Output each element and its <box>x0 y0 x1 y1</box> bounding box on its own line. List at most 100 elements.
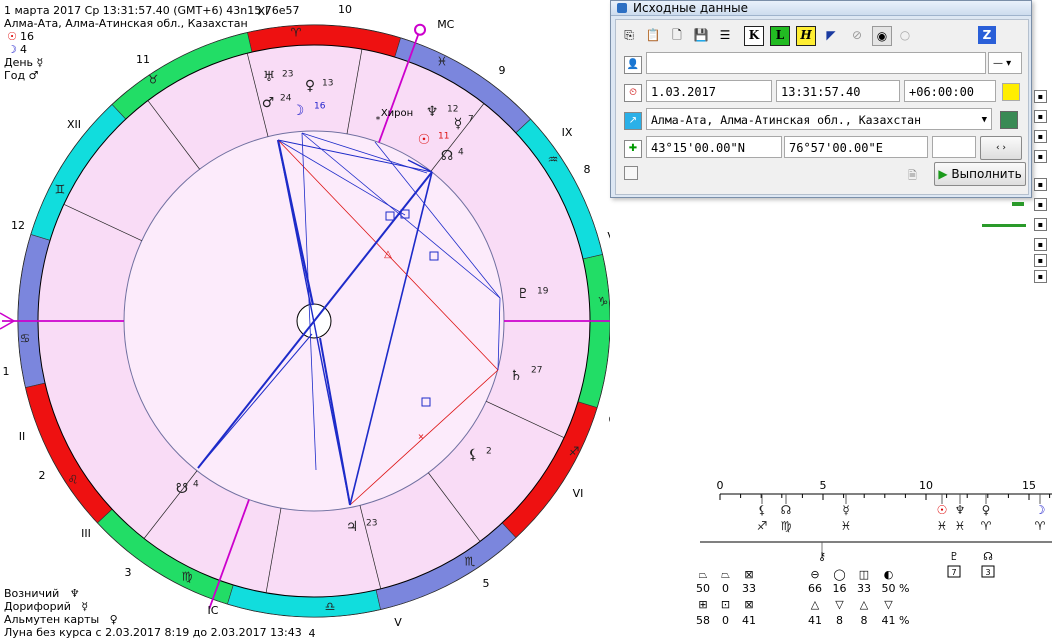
time-field[interactable]: 13:31:57.40 <box>776 80 900 102</box>
radio-empty-icon[interactable]: ○ <box>896 26 914 44</box>
cross-cardinal-icon: ⏢ <box>698 568 708 581</box>
saturn-icon: ♄ <box>510 368 523 384</box>
side-icon-6[interactable]: ▪ <box>1034 198 1047 211</box>
cross-fixed-icon: ⏢ <box>721 568 730 581</box>
side-icon-3[interactable]: ▪ <box>1034 130 1047 143</box>
mercury-icon: ☿ <box>454 116 463 132</box>
l-button[interactable]: L <box>770 26 790 46</box>
sun-degree: 11 <box>438 132 449 142</box>
zodiac-sign-icon: ♋ <box>20 332 31 346</box>
mars-degree: 24 <box>280 94 292 104</box>
run-button-label: Выполнить <box>951 167 1022 181</box>
lilith-degree: 2 <box>486 447 492 457</box>
stepper-buttons[interactable]: ‹ › <box>980 136 1022 160</box>
triangle-down-icon: ▽ <box>835 598 844 611</box>
stat-r1-6: 33 <box>857 582 871 595</box>
zodiac-sign-icon: ♍ <box>182 570 193 584</box>
person-icon[interactable]: 👤 <box>624 56 642 74</box>
option-checkbox[interactable] <box>624 166 638 180</box>
longitude-field[interactable]: 76°57'00.00"E <box>784 136 928 158</box>
input-data-dialog[interactable]: Исходные данные ⎘ 📋 🗋 💾 ☰ K L H ◤ ⊘ ◉ ○ … <box>610 0 1032 198</box>
z-button[interactable]: Z <box>978 26 996 44</box>
house-number-outer: 9 <box>499 64 506 77</box>
moon-void-text: Луна без курса с 2.03.2017 8:19 до 2.03.… <box>4 626 302 639</box>
doryphory-label: Дорифорий <box>4 600 71 613</box>
k-button[interactable]: K <box>744 26 764 46</box>
south-node-icon: ☋ <box>176 481 188 497</box>
stat-r2-1: 58 <box>696 614 710 627</box>
node-icon: ☊ <box>983 550 993 563</box>
play-icon: ▶ <box>938 167 948 181</box>
map-icon[interactable]: ↗ <box>624 112 642 130</box>
save-icon[interactable]: 💾 <box>692 26 710 44</box>
copy-icon[interactable]: ⎘ <box>620 26 638 44</box>
radio-dot-icon[interactable]: ◉ <box>872 26 892 46</box>
place-field[interactable]: Алма-Ата, Алма-Атинская обл., Казахстан ▼ <box>646 108 992 130</box>
globe-icon[interactable] <box>1000 111 1018 129</box>
h-button[interactable]: H <box>796 26 816 46</box>
timeline-planet-icon: ♍ <box>781 519 792 533</box>
timezone-field[interactable]: +06:00:00 <box>904 80 996 102</box>
side-icon-8[interactable]: ▪ <box>1034 238 1047 251</box>
house-number-outer: 6 <box>609 413 611 426</box>
house-number-outer: 3 <box>125 566 132 579</box>
coordinates-icon[interactable]: ✚ <box>624 140 642 158</box>
side-icon-9[interactable]: ▪ <box>1034 254 1047 267</box>
moon-value: 4 <box>20 43 27 56</box>
almuten-label: Альмутен карты <box>4 613 100 626</box>
stat-r1-7: 50 % <box>881 582 910 595</box>
timeline-planet-icon: ♆ <box>955 503 966 517</box>
shield-icon[interactable]: ◤ <box>822 26 840 44</box>
name-field[interactable] <box>646 52 986 74</box>
paste-icon[interactable]: 📋 <box>644 26 662 44</box>
house-number-inner: III <box>81 527 91 540</box>
side-icon-10[interactable]: ▪ <box>1034 270 1047 283</box>
clock-icon[interactable]: ⏲ <box>624 84 642 102</box>
stat-r1-5: 16 <box>832 582 847 595</box>
chevron-down-icon[interactable]: ▼ <box>982 109 987 129</box>
square-x-icon: ⊠ <box>744 598 754 611</box>
run-button[interactable]: ▶ Выполнить <box>934 162 1026 186</box>
cross-mutable-icon: ⊠ <box>744 568 754 581</box>
box-3-label: 3 <box>985 568 990 577</box>
degree-timeline: 0 5 10 15 ⚸ ♐ ☊ ♍ ☿ ♓ ☉ ♓ ♆ ♓ ♀ ♈ ☽ ♈ ⚷ ♇ ☊ 7 3 <box>700 479 1052 578</box>
zodiac-sign-icon: ♌ <box>68 473 79 487</box>
side-icon-7[interactable]: ▪ <box>1034 218 1047 231</box>
timeline-planet-icon: ☽ <box>1035 503 1046 517</box>
venus-icon: ♀ <box>305 78 315 94</box>
extra-field[interactable] <box>932 136 976 158</box>
lilith-icon: ⚸ <box>468 447 478 463</box>
neptune-icon: ♆ <box>69 587 80 600</box>
mc-label: MC <box>437 18 454 31</box>
notes-icon[interactable]: 🗎 <box>908 167 917 186</box>
sun-icon: ☉ <box>418 132 431 148</box>
timeline-planet-icon: ♈ <box>1035 519 1046 533</box>
green-bar-1 <box>1012 202 1024 206</box>
pluto-icon: ♇ <box>949 550 959 563</box>
sun-value: 16 <box>20 30 34 43</box>
side-icon-2[interactable]: ▪ <box>1034 110 1047 123</box>
side-icon-1[interactable]: ▪ <box>1034 90 1047 103</box>
type-combo[interactable]: — ▾ <box>988 52 1022 74</box>
list-icon[interactable]: ☰ <box>716 26 734 44</box>
mercury-icon: ☿ <box>81 600 89 613</box>
color-swatch[interactable] <box>1002 83 1020 101</box>
new-document-icon[interactable]: 🗋 <box>668 26 686 44</box>
stat-r2-5: 8 <box>836 614 843 627</box>
stat-r1-1: 50 <box>696 582 710 595</box>
strike-icon[interactable]: ⊘ <box>848 26 866 44</box>
side-icon-5[interactable]: ▪ <box>1034 178 1047 191</box>
house-number-outer: 8 <box>584 163 591 176</box>
chiron-marker: * <box>376 116 381 126</box>
date-field[interactable]: 1.03.2017 <box>646 80 772 102</box>
timeline-tick-label: 0 <box>717 479 724 492</box>
south-node-degree: 4 <box>193 480 199 490</box>
house-number-inner: VIII <box>607 230 610 243</box>
stat-r2-6: 8 <box>860 614 868 627</box>
dialog-titlebar[interactable]: Исходные данные <box>611 1 1031 16</box>
type-combo-value: — <box>993 58 1003 69</box>
latitude-field[interactable]: 43°15'00.00"N <box>646 136 782 158</box>
natal-chart: MCDscIC109876543211211IXVIIIVIVIIIIIXIIX… <box>0 3 611 638</box>
side-icon-4[interactable]: ▪ <box>1034 150 1047 163</box>
house-number-inner: XII <box>67 118 81 131</box>
